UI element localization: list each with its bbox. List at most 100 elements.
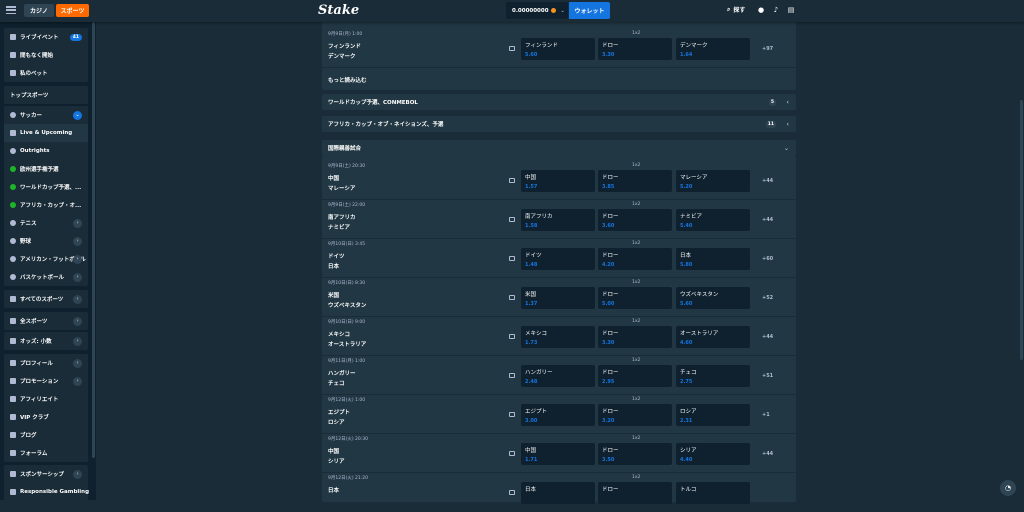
sidebar-item-blog[interactable]: ブログ xyxy=(4,426,88,444)
sidebar-item-live-upcoming[interactable]: Live & Upcoming xyxy=(4,124,88,142)
odds-button[interactable]: ドロー 3.30 xyxy=(598,326,672,348)
live-support-icon[interactable]: ◔ xyxy=(1000,480,1016,496)
odds-button[interactable]: シリア 4.40 xyxy=(676,443,750,465)
sidebar-item-affiliate[interactable]: アフィリエイト xyxy=(4,390,88,408)
chevron-icon[interactable]: › xyxy=(73,254,82,264)
sidebar-item-starting-soon[interactable]: 間もなく開始 xyxy=(4,46,88,64)
odds-button[interactable]: フィンランド 5.60 xyxy=(521,38,595,60)
sidebar-item-american-football[interactable]: アメリカン・フットボール › xyxy=(4,250,88,268)
tab-sports[interactable]: スポーツ xyxy=(56,4,89,17)
odds-button[interactable]: トルコ xyxy=(676,482,750,504)
stream-icon[interactable] xyxy=(509,451,515,456)
more-markets-link[interactable]: +44 xyxy=(762,334,773,340)
more-markets-link[interactable]: +60 xyxy=(762,256,773,262)
odds-button[interactable]: ハンガリー 2.48 xyxy=(521,365,595,387)
odds-button[interactable]: デンマーク 1.64 xyxy=(676,38,750,60)
sidebar-item-basketball[interactable]: バスケットボール › xyxy=(4,268,88,286)
odds-button[interactable]: 南アフリカ 1.58 xyxy=(521,209,595,231)
sidebar-item-all-sports[interactable]: すべてのスポーツ › xyxy=(4,290,88,308)
stream-icon[interactable] xyxy=(509,178,515,183)
more-markets-link[interactable]: +44 xyxy=(762,451,773,457)
sidebar-item-forum[interactable]: フォーラム xyxy=(4,444,88,462)
stream-icon[interactable] xyxy=(509,46,515,51)
sidebar-item-vip-club[interactable]: VIP クラブ xyxy=(4,408,88,426)
odds-button[interactable]: メキシコ 1.73 xyxy=(521,326,595,348)
odds-button[interactable]: ドロー 4.20 xyxy=(598,248,672,270)
competition-header[interactable]: ワールドカップ予選、CONMEBOL 5 ‹ xyxy=(322,94,796,110)
chevron-icon[interactable]: › xyxy=(73,316,82,326)
stream-icon[interactable] xyxy=(509,334,515,339)
search-button[interactable]: ⌕ 探す xyxy=(727,5,745,15)
wallet-button[interactable]: ウォレット xyxy=(569,2,610,19)
sidebar-item-live-events[interactable]: ライブイベント 41 xyxy=(4,28,88,46)
more-markets-link[interactable]: +1 xyxy=(762,412,770,418)
odds-button[interactable]: オーストラリア 4.60 xyxy=(676,326,750,348)
odds-button[interactable]: ドロー 2.95 xyxy=(598,365,672,387)
match-row[interactable]: 9月9日(月) 1:00 1x2 フィンランド デンマーク フィンランド 5.60 ドロー 3… xyxy=(322,28,796,68)
odds-button[interactable]: エジプト 3.00 xyxy=(521,404,595,426)
match-row[interactable]: 9月12日(火) 20:30 1x2 中国 シリア 中国 1.71 ドロー 3.50 シリア 4.… xyxy=(322,433,796,473)
match-row[interactable]: 9月9日(土) 20:30 1x2 中国 マレーシア 中国 1.57 ドロー 3.85 マレーシ… xyxy=(322,160,796,200)
match-row[interactable]: 9月11日(月) 1:00 1x2 ハンガリー チェコ ハンガリー 2.48 ドロー 2.95… xyxy=(322,355,796,395)
more-markets-link[interactable]: +44 xyxy=(762,217,773,223)
odds-button[interactable]: 日本 5.80 xyxy=(676,248,750,270)
bell-icon[interactable]: ♪ xyxy=(772,6,780,14)
odds-button[interactable]: ナミビア 5.40 xyxy=(676,209,750,231)
chevron-icon[interactable]: › xyxy=(73,469,82,479)
sidebar-item-outrights[interactable]: Outrights xyxy=(4,142,88,160)
odds-button[interactable]: チェコ 2.75 xyxy=(676,365,750,387)
stream-icon[interactable] xyxy=(509,217,515,222)
chat-icon[interactable]: ▤ xyxy=(787,6,795,14)
load-more-link[interactable]: もっと読み込む xyxy=(328,76,367,84)
sidebar-item-sponsorship[interactable]: スポンサーシップ › xyxy=(4,465,88,483)
sidebar-item-tennis[interactable]: テニス › xyxy=(4,214,88,232)
odds-button[interactable]: ドロー 3.85 xyxy=(598,170,672,192)
more-markets-link[interactable]: +97 xyxy=(762,46,773,52)
more-markets-link[interactable]: +52 xyxy=(762,295,773,301)
odds-button[interactable]: マレーシア 5.20 xyxy=(676,170,750,192)
user-icon[interactable]: ● xyxy=(757,6,765,14)
odds-button[interactable]: 日本 xyxy=(521,482,595,504)
chevron-icon[interactable]: › xyxy=(73,376,82,386)
stream-icon[interactable] xyxy=(509,373,515,378)
odds-button[interactable]: ドロー 3.20 xyxy=(598,404,672,426)
chevron-icon[interactable]: › xyxy=(73,294,82,304)
stream-icon[interactable] xyxy=(509,412,515,417)
odds-button[interactable]: 中国 1.71 xyxy=(521,443,595,465)
match-row[interactable]: 9月10日(日) 3:45 1x2 ドイツ 日本 ドイツ 1.48 ドロー 4.20 日本 5.8… xyxy=(322,238,796,278)
stream-icon[interactable] xyxy=(509,295,515,300)
tab-casino[interactable]: カジノ xyxy=(24,4,54,17)
odds-button[interactable]: ドロー 3.60 xyxy=(598,209,672,231)
odds-button[interactable]: 中国 1.57 xyxy=(521,170,595,192)
sidebar-item-responsible-gambling[interactable]: Responsible Gambling xyxy=(4,483,89,501)
sidebar-item-my-bets[interactable]: 私のベット xyxy=(4,64,88,82)
odds-button[interactable]: ドロー 3.50 xyxy=(598,443,672,465)
match-row[interactable]: 9月12日(火) 1:00 1x2 エジプト ロシア エジプト 3.00 ドロー 3.20 ロシ… xyxy=(322,394,796,434)
odds-button[interactable]: 米国 1.37 xyxy=(521,287,595,309)
sidebar-item-world-cup-qualifiers[interactable]: ワールドカップ予選、... xyxy=(4,178,88,196)
competition-header[interactable]: アフリカ・カップ・オブ・ネイションズ、予選 11 ‹ xyxy=(322,116,796,132)
sidebar-item-odds-format[interactable]: オッズ: 小数 › xyxy=(4,332,88,350)
more-markets-link[interactable]: +51 xyxy=(762,373,773,379)
odds-button[interactable]: ウズベキスタン 5.60 xyxy=(676,287,750,309)
menu-icon[interactable] xyxy=(6,5,16,15)
more-markets-link[interactable]: +44 xyxy=(762,178,773,184)
match-row[interactable]: 9月9日(土) 22:00 1x2 南アフリカ ナミビア 南アフリカ 1.58 ドロー 3.6… xyxy=(322,199,796,239)
page-scrollbar[interactable] xyxy=(1020,100,1023,360)
chevron-icon[interactable]: ⌄ xyxy=(73,110,82,120)
chevron-icon[interactable]: › xyxy=(73,272,82,282)
sidebar-item-profile[interactable]: プロフィール › xyxy=(4,354,88,372)
chevron-icon[interactable]: › xyxy=(73,218,82,228)
sidebar-item-africa-cup[interactable]: アフリカ・カップ・オ... xyxy=(4,196,88,214)
sidebar-item-promotions[interactable]: プロモーション › xyxy=(4,372,88,390)
chevron-icon[interactable]: › xyxy=(73,358,82,368)
sidebar-item-baseball[interactable]: 野球 › xyxy=(4,232,88,250)
odds-button[interactable]: ロシア 2.31 xyxy=(676,404,750,426)
chevron-icon[interactable]: › xyxy=(73,336,82,346)
odds-button[interactable]: ドロー xyxy=(598,482,672,504)
balance-selector[interactable]: 0.00000000 ⌄ xyxy=(506,2,568,19)
odds-button[interactable]: ドロー 3.30 xyxy=(598,38,672,60)
chevron-icon[interactable]: › xyxy=(73,236,82,246)
logo[interactable]: Stake xyxy=(318,3,359,18)
sidebar-scrollbar[interactable] xyxy=(92,22,95,458)
